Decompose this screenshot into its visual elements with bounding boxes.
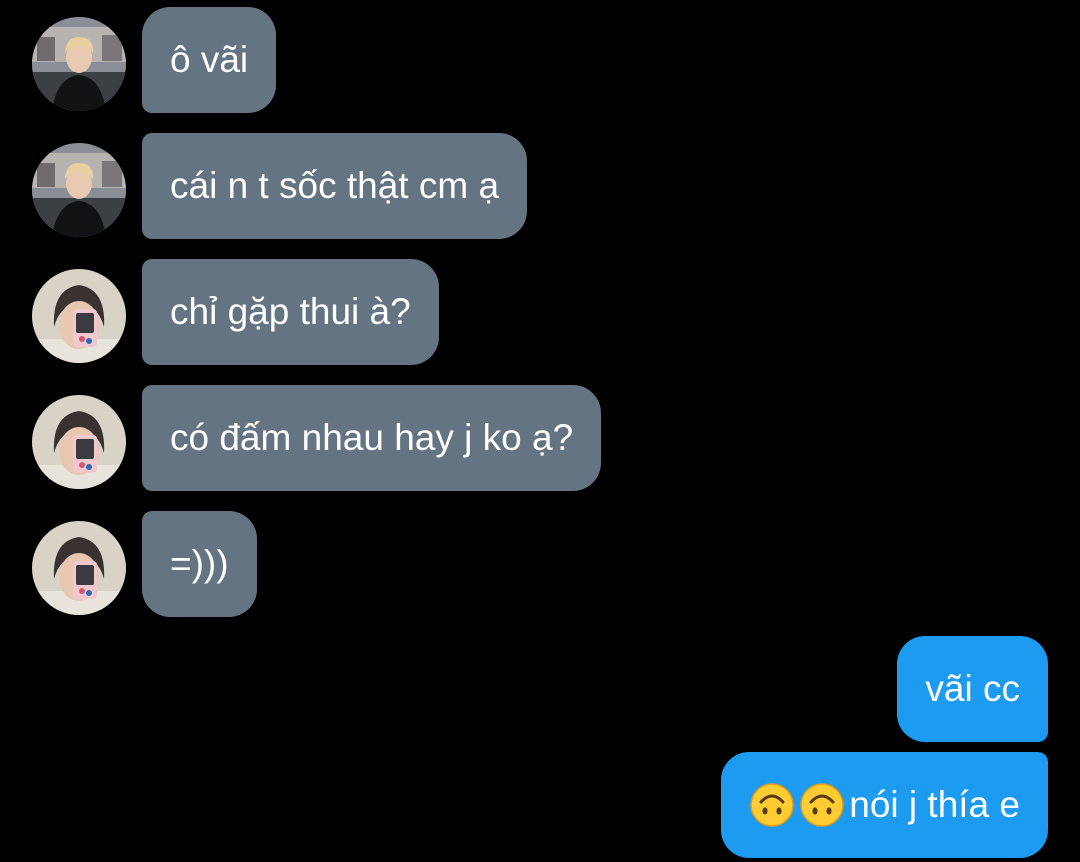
avatar-mirror-selfie-image bbox=[32, 269, 126, 363]
message-text: vãi cc bbox=[925, 668, 1020, 709]
avatar-mirror-selfie[interactable] bbox=[32, 521, 126, 615]
incoming-message-bubble[interactable]: có đấm nhau hay j ko ạ? bbox=[142, 385, 602, 491]
avatar-mirror-selfie-image bbox=[32, 521, 126, 615]
message-text: có đấm nhau hay j ko ạ? bbox=[170, 417, 574, 458]
upside-down-face-icon bbox=[749, 782, 795, 828]
avatar-mirror-selfie[interactable] bbox=[32, 395, 126, 489]
avatar-blond-guy[interactable] bbox=[32, 143, 126, 237]
incoming-message-bubble[interactable]: =))) bbox=[142, 511, 257, 617]
incoming-message-bubble[interactable]: ô vãi bbox=[142, 7, 277, 113]
message-text: cái n t sốc thật cm ạ bbox=[170, 165, 500, 206]
avatar-blond-guy-image bbox=[32, 17, 126, 111]
upside-down-face-icon bbox=[799, 782, 845, 828]
incoming-message-bubble[interactable]: chỉ gặp thui à? bbox=[142, 259, 439, 365]
avatar-mirror-selfie[interactable] bbox=[32, 269, 126, 363]
message-text: nói j thía e bbox=[849, 784, 1020, 825]
message-text: ô vãi bbox=[170, 39, 249, 80]
chat-thread: ô vãi cái n t sốc thật cm ạ chỉ gặp thui… bbox=[0, 0, 1080, 862]
outgoing-message-bubble[interactable]: nói j thía e bbox=[721, 752, 1048, 858]
avatar-blond-guy[interactable] bbox=[32, 17, 126, 111]
message-text: =))) bbox=[170, 543, 229, 584]
incoming-message-bubble[interactable]: cái n t sốc thật cm ạ bbox=[142, 133, 528, 239]
message-text: chỉ gặp thui à? bbox=[170, 291, 411, 332]
outgoing-message-bubble[interactable]: vãi cc bbox=[897, 636, 1048, 742]
avatar-mirror-selfie-image bbox=[32, 395, 126, 489]
avatar-blond-guy-image bbox=[32, 143, 126, 237]
